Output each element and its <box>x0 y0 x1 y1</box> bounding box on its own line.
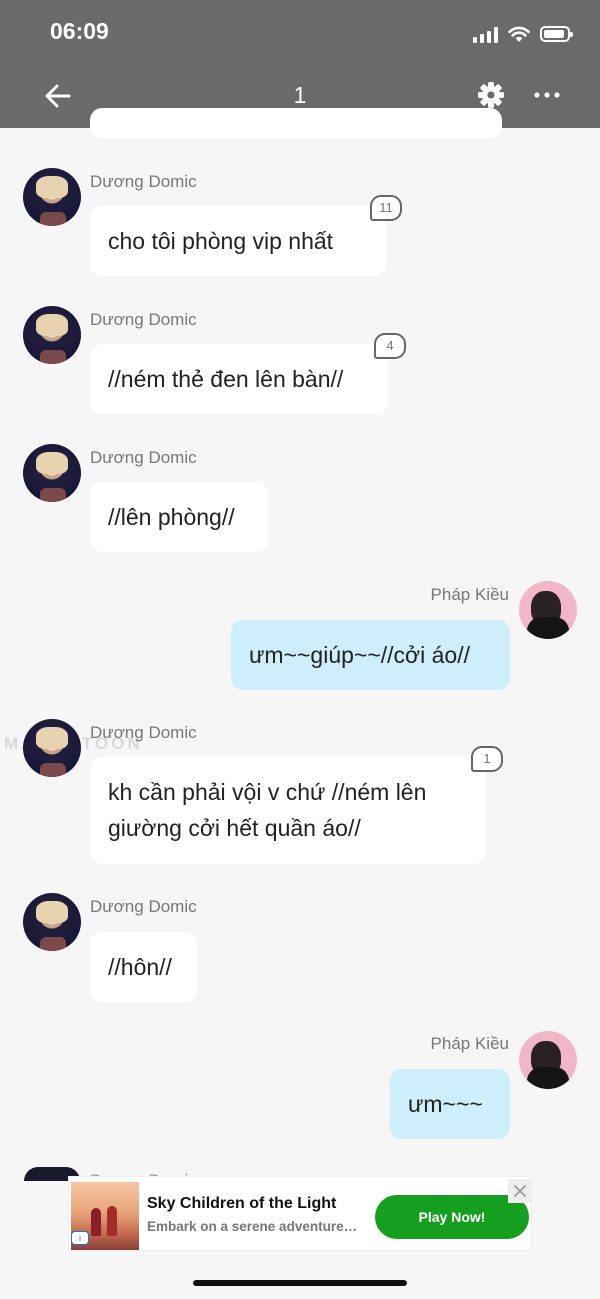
message-bubble[interactable]: ưm~~giúp~~//cởi áo// <box>231 620 510 690</box>
status-time: 06:09 <box>50 18 109 44</box>
avatar[interactable] <box>23 306 81 364</box>
sender-name: Dương Domic <box>90 172 197 191</box>
home-indicator[interactable] <box>193 1280 407 1286</box>
avatar[interactable] <box>23 444 81 502</box>
message-bubble[interactable]: //ném thẻ đen lên bàn// <box>90 344 388 414</box>
message-bubble[interactable]: //hôn// <box>90 932 197 1002</box>
sender-name: Dương Domic <box>90 448 197 467</box>
message-bubble[interactable]: cho tôi phòng vip nhất <box>90 206 386 276</box>
message-bubble[interactable]: ưm~~~ <box>390 1069 510 1139</box>
signal-icon <box>473 25 498 43</box>
avatar[interactable] <box>519 581 577 639</box>
sender-name: Dương Domic <box>90 310 197 329</box>
gear-icon[interactable] <box>476 80 506 110</box>
avatar[interactable] <box>519 1031 577 1089</box>
more-icon[interactable] <box>530 80 564 110</box>
sender-name: Dương Domic <box>90 897 197 916</box>
ad-banner[interactable]: i Sky Children of the Light Embark on a … <box>68 1176 532 1251</box>
message-bubble[interactable]: //lên phòng// <box>90 482 268 552</box>
ad-description[interactable]: Embark on a serene adventure… <box>147 1219 373 1234</box>
message-bubble[interactable]: kh cần phải vội v chứ //ném lên giường c… <box>90 757 486 864</box>
sender-name: Pháp Kiều <box>430 1034 509 1053</box>
play-now-button[interactable]: Play Now! <box>375 1195 529 1239</box>
wifi-icon <box>508 26 530 42</box>
comment-count-badge[interactable]: 1 <box>471 746 503 772</box>
comment-count-badge[interactable]: 11 <box>370 195 402 221</box>
ad-title[interactable]: Sky Children of the Light <box>147 1195 336 1213</box>
avatar[interactable] <box>23 719 81 777</box>
ad-info-icon[interactable]: i <box>71 1231 89 1245</box>
status-icons <box>473 22 573 46</box>
comment-count-badge[interactable]: 4 <box>374 333 406 359</box>
avatar[interactable] <box>23 168 81 226</box>
battery-icon <box>540 26 573 42</box>
chat-title: 1 <box>293 82 307 108</box>
avatar[interactable] <box>23 893 81 951</box>
previous-message-bubble <box>90 108 502 138</box>
sender-name: Dương Domic <box>90 723 197 742</box>
close-icon[interactable] <box>508 1179 532 1203</box>
sender-name: Pháp Kiều <box>430 585 509 604</box>
